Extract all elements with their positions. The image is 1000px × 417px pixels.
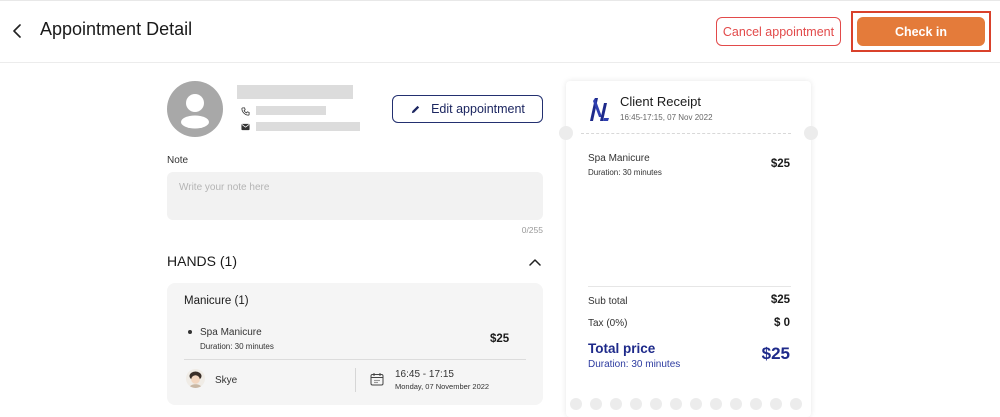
mail-icon <box>240 122 250 132</box>
edit-appointment-button[interactable]: Edit appointment <box>392 95 543 123</box>
staff-avatar <box>186 369 205 388</box>
service-category: Manicure (1) <box>184 295 249 307</box>
client-name-placeholder <box>237 85 353 99</box>
back-button[interactable] <box>6 18 28 44</box>
receipt-scallop <box>710 398 722 410</box>
receipt-item-price: $25 <box>770 158 790 170</box>
receipt-scallop <box>630 398 642 410</box>
receipt-item-duration: Duration: 30 minutes <box>588 168 662 177</box>
service-price: $25 <box>490 333 510 345</box>
receipt-item-name: Spa Manicure <box>588 153 650 164</box>
note-char-counter: 0/255 <box>521 225 543 235</box>
tax-value: $ 0 <box>774 317 790 329</box>
receipt-notch-right <box>804 126 818 140</box>
receipt-scallop <box>770 398 782 410</box>
staff-name: Skye <box>215 375 238 386</box>
chevron-up-icon <box>529 259 541 266</box>
phone-icon <box>240 106 250 116</box>
note-label: Note <box>167 155 189 166</box>
service-date: Monday, 07 November 2022 <box>395 382 490 391</box>
user-avatar-icon <box>181 94 209 129</box>
receipt-scallop <box>690 398 702 410</box>
receipt-scallop <box>650 398 662 410</box>
total-price-value: $25 <box>761 344 790 363</box>
service-time: 16:45 - 17:15 <box>395 369 454 380</box>
receipt-scallop <box>670 398 682 410</box>
total-price-label: Total price <box>588 341 656 356</box>
receipt-scallop <box>790 398 802 410</box>
service-vertical-divider <box>355 368 356 392</box>
note-input[interactable] <box>167 172 543 220</box>
receipt-scallop <box>750 398 762 410</box>
receipt-scallop <box>610 398 622 410</box>
tax-label: Tax (0%) <box>588 318 628 329</box>
receipt-divider <box>588 286 791 287</box>
page-title: Appointment Detail <box>40 19 193 39</box>
client-phone-placeholder <box>256 106 326 115</box>
subtotal-value: $25 <box>770 294 790 306</box>
receipt-subtitle: 16:45-17:15, 07 Nov 2022 <box>620 113 713 122</box>
receipt-dashed-divider <box>581 133 791 134</box>
service-name: Spa Manicure <box>200 327 262 338</box>
service-divider <box>184 359 526 360</box>
receipt-notch-left <box>559 126 573 140</box>
client-email-placeholder <box>256 122 360 131</box>
edit-appointment-label: Edit appointment <box>431 102 525 116</box>
receipt-scallop <box>570 398 582 410</box>
collapse-section-button[interactable] <box>527 255 543 269</box>
cancel-appointment-button[interactable]: Cancel appointment <box>716 17 841 46</box>
service-group-title: HANDS (1) <box>167 253 238 269</box>
back-arrow-icon <box>13 24 21 38</box>
check-in-button[interactable]: Check in <box>857 17 985 46</box>
pen-icon <box>411 105 420 113</box>
service-duration: Duration: 30 minutes <box>200 342 274 351</box>
receipt-scallop <box>590 398 602 410</box>
service-bullet <box>188 330 192 334</box>
receipt-title: Client Receipt <box>620 94 701 109</box>
calendar-icon <box>370 372 384 386</box>
brand-logo-icon <box>588 95 610 123</box>
client-avatar <box>167 81 223 137</box>
receipt-scallop <box>730 398 742 410</box>
total-duration: Duration: 30 minutes <box>588 359 681 370</box>
subtotal-label: Sub total <box>588 296 628 307</box>
